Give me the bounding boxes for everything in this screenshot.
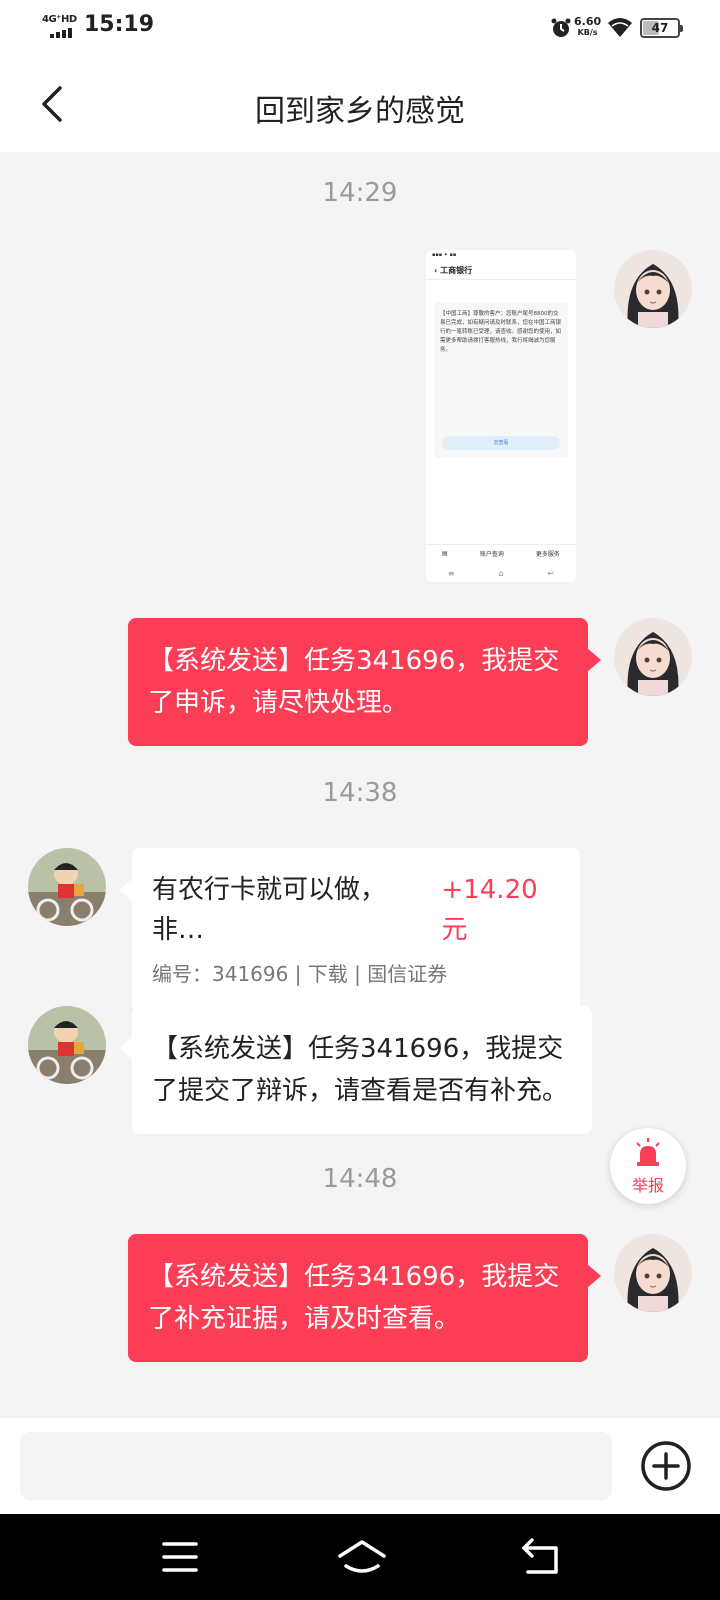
thumb-card-text: 【中国工商】尊敬的客户：您账户尾号8800的交易已完成，如有疑问请及时联系，您在… (440, 311, 562, 353)
alarm-clock-icon (551, 18, 571, 37)
thumb-card-button: 去查看 (442, 436, 560, 450)
thumb-status-bar: ▪▪▪ ✦ ▪▪ (432, 252, 457, 258)
input-bar (0, 1418, 720, 1514)
message-input[interactable] (20, 1432, 612, 1500)
network-type: 4G⁺HD (42, 14, 77, 25)
system-nav-bar (0, 1514, 720, 1600)
signal-icon (50, 28, 72, 38)
alarm-siren-icon (636, 1138, 660, 1166)
status-bar: 4G⁺HD 15:19 6.60 KB/s 47 (0, 0, 720, 56)
timestamp: 14:38 (322, 778, 398, 808)
add-button[interactable] (640, 1440, 692, 1492)
chat-area[interactable]: 14:29 ▪▪▪ ✦ ▪▪ ‹ 工商银行 【中国工商】尊敬的客户：您账户尾号8… (0, 152, 720, 1418)
avatar[interactable] (614, 250, 692, 328)
thumb-title: 工商银行 (440, 266, 473, 275)
speed-unit: KB/s (577, 28, 598, 37)
report-label: 举报 (631, 1176, 664, 1195)
avatar[interactable] (28, 848, 106, 926)
image-message[interactable]: ▪▪▪ ✦ ▪▪ ‹ 工商银行 【中国工商】尊敬的客户：您账户尾号8800的交易… (426, 250, 576, 582)
task-amount: +14.20元 (441, 875, 538, 945)
report-button[interactable]: 举报 (610, 1128, 686, 1204)
thumb-footer-left: 账户查询 (479, 551, 504, 558)
thumb-footer: ▤ 账户查询 更多服务 (426, 544, 576, 562)
thumb-header: ‹ 工商银行 (426, 262, 576, 280)
back-arrow-icon[interactable] (518, 1534, 566, 1580)
avatar[interactable] (614, 1234, 692, 1312)
thumb-footer-right: 更多服务 (535, 551, 560, 558)
wifi-icon (608, 18, 632, 37)
menu-icon[interactable] (156, 1534, 204, 1580)
page-title: 回到家乡的感觉 (255, 94, 465, 129)
avatar[interactable] (28, 1006, 106, 1084)
task-card[interactable]: 有农行卡就可以做，非… +14.20元 编号：341696 | 下载 | 国信证… (119, 848, 580, 1012)
task-meta: 编号：341696 | 下载 | 国信证券 (152, 962, 448, 986)
plus-circle-icon (641, 1441, 691, 1491)
task-title: 有农行卡就可以做，非… (152, 875, 387, 945)
chat-header: 回到家乡的感觉 (0, 56, 720, 152)
battery-icon: 47 (640, 18, 683, 38)
home-icon[interactable] (336, 1534, 388, 1580)
received-message[interactable]: 【系统发送】任务341696，我提交了提交了辩诉，请查看是否有补充。 (119, 1006, 592, 1134)
sent-message[interactable]: 【系统发送】任务341696，我提交了申诉，请尽快处理。 (128, 618, 601, 746)
battery-level: 47 (651, 21, 669, 35)
thumb-sms-card: 【中国工商】尊敬的客户：您账户尾号8800的交易已完成，如有疑问请及时联系，您在… (434, 302, 568, 458)
timestamp: 14:29 (322, 178, 398, 208)
clock: 15:19 (84, 12, 155, 37)
thumb-nav: ≡ ⌂ ↩ (447, 568, 555, 578)
avatar[interactable] (614, 618, 692, 696)
network-speed: 6.60 KB/s (574, 16, 601, 38)
sent-message[interactable]: 【系统发送】任务341696，我提交了补充证据，请及时查看。 (128, 1234, 601, 1362)
